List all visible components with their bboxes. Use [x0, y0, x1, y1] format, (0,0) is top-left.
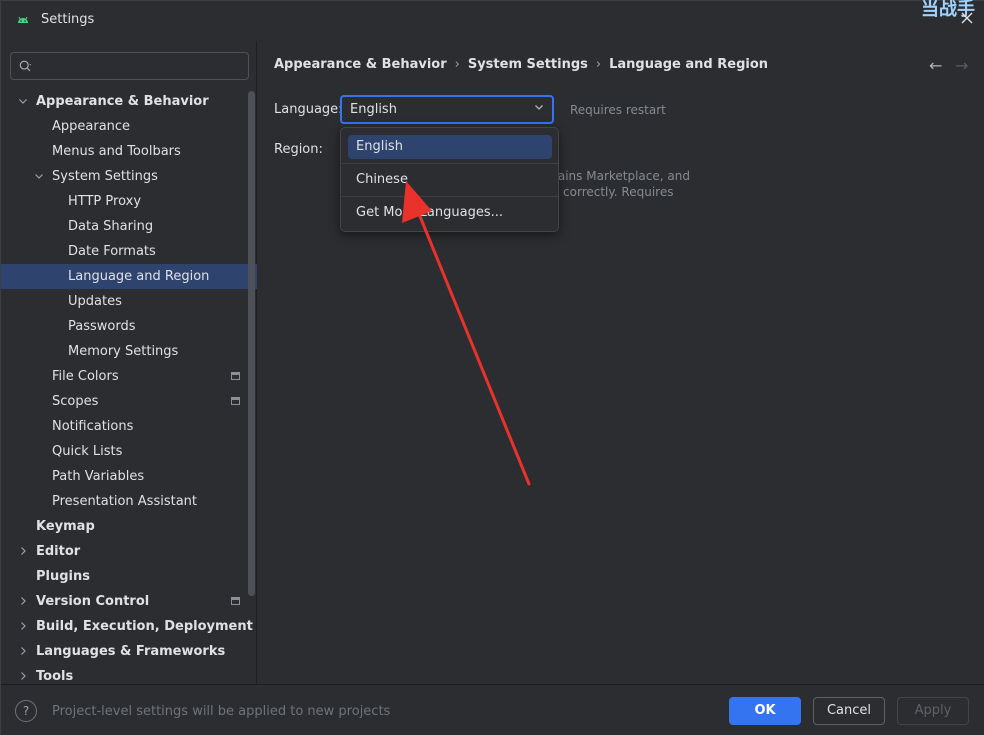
annotation-arrow-icon: [402, 181, 531, 486]
settings-window: Settings 当战手 Appearance & Behavior Appear…: [0, 0, 984, 735]
